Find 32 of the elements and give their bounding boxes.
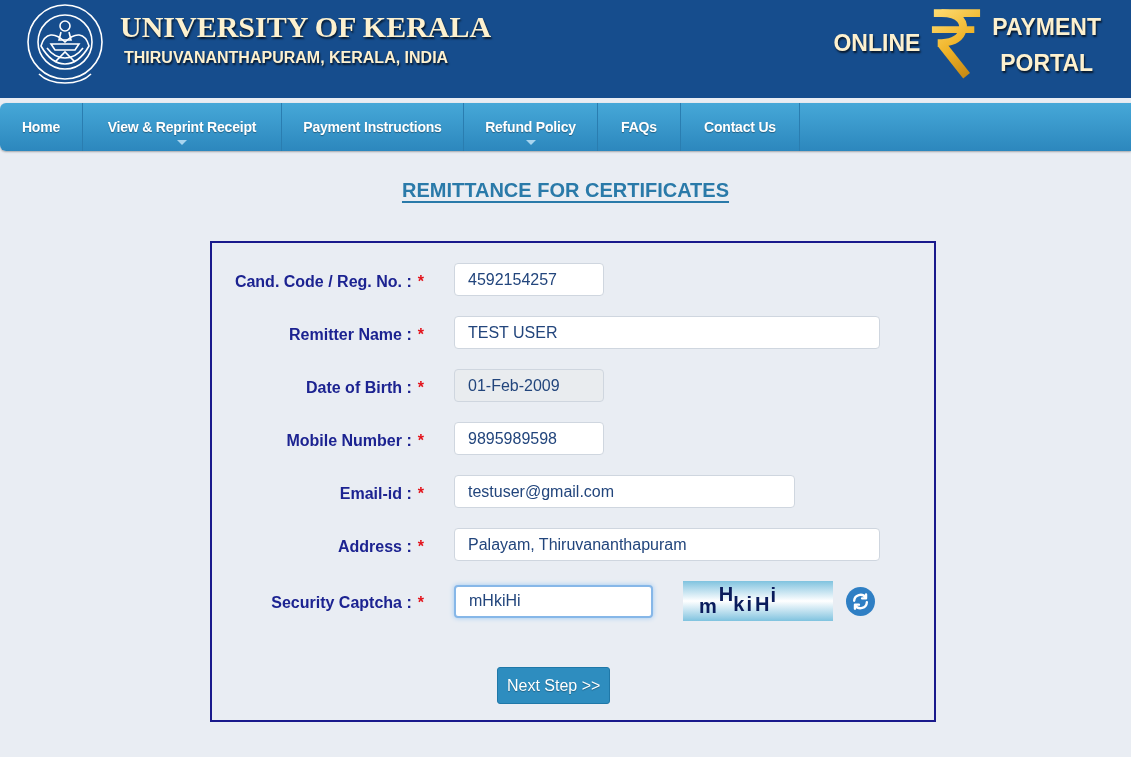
- online-label: ONLINE: [833, 30, 921, 56]
- rupee-icon: [930, 8, 983, 80]
- required-mark: *: [417, 430, 424, 451]
- next-step-button[interactable]: Next Step >>: [497, 667, 611, 704]
- field-label: Remitter Name :: [289, 324, 412, 345]
- required-mark: *: [417, 271, 424, 292]
- field-label: Cand. Code / Reg. No. :: [234, 271, 412, 292]
- field-label: Mobile Number :: [286, 430, 412, 451]
- required-mark: *: [417, 483, 424, 504]
- caret-icon: [176, 140, 188, 145]
- university-location: THIRUVANANTHAPURAM, KERALA, INDIA: [124, 48, 450, 68]
- required-mark: *: [417, 324, 424, 345]
- text-field[interactable]: Palayam, Thiruvananthapuram: [454, 528, 880, 561]
- required-mark: *: [417, 536, 424, 557]
- captcha-text: mHkiHi: [698, 584, 776, 616]
- university-name: UNIVERSITY OF KERALA: [120, 10, 492, 44]
- page-title: REMITTANCE FOR CERTIFICATES: [402, 178, 729, 202]
- portal-label: PORTAL: [1000, 50, 1094, 76]
- text-field[interactable]: testuser@gmail.com: [454, 475, 795, 508]
- required-mark: *: [417, 593, 424, 613]
- refresh-icon[interactable]: [846, 586, 875, 616]
- caret-icon: [525, 140, 536, 145]
- field-label: Email-id :: [339, 483, 412, 504]
- text-field[interactable]: 9895989598: [454, 422, 604, 455]
- text-field[interactable]: TEST USER: [454, 316, 880, 349]
- field-label: Date of Birth :: [306, 377, 412, 398]
- required-mark: *: [417, 377, 424, 398]
- field-label: Security Captcha :: [271, 593, 412, 613]
- text-field[interactable]: mHkiHi: [454, 584, 653, 618]
- field-label: Address :: [337, 536, 412, 557]
- payment-label: PAYMENT: [992, 14, 1101, 40]
- text-field[interactable]: 4592154257: [454, 263, 604, 296]
